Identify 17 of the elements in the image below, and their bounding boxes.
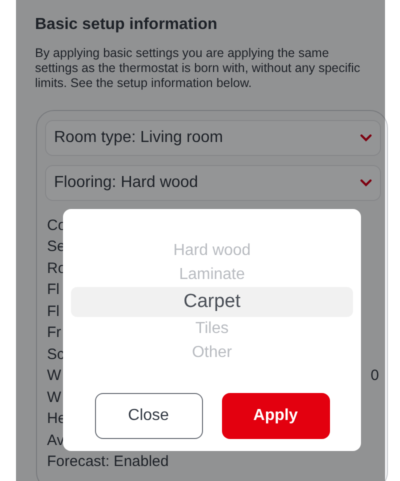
info-line-text: Av bbox=[47, 430, 64, 450]
chevron-down-icon bbox=[360, 179, 372, 187]
info-line-text: W bbox=[47, 388, 62, 408]
info-line-text: W bbox=[47, 366, 62, 386]
close-button[interactable]: Close bbox=[94, 393, 202, 439]
info-line-text: Fr bbox=[47, 323, 62, 343]
dropdown-select[interactable]: Flooring: Hard wood bbox=[45, 165, 381, 201]
info-line-text: Fl bbox=[47, 302, 60, 322]
picker-option[interactable]: Carpet bbox=[71, 287, 353, 317]
dropdown-select[interactable]: Room type: Living room bbox=[45, 120, 381, 156]
chevron-down-icon bbox=[360, 134, 372, 142]
apply-button[interactable]: Apply bbox=[222, 393, 330, 439]
info-line-text: Forecast: Enabled bbox=[47, 452, 169, 472]
info-line-value: 0 bbox=[370, 366, 379, 386]
info-line-text: Fl bbox=[47, 280, 60, 300]
description-text: By applying basic settings you are applying the same settings as the thermostat is born with, without any specific limits. See the setup information below. bbox=[35, 46, 362, 91]
section-heading: Basic setup information bbox=[35, 15, 218, 35]
